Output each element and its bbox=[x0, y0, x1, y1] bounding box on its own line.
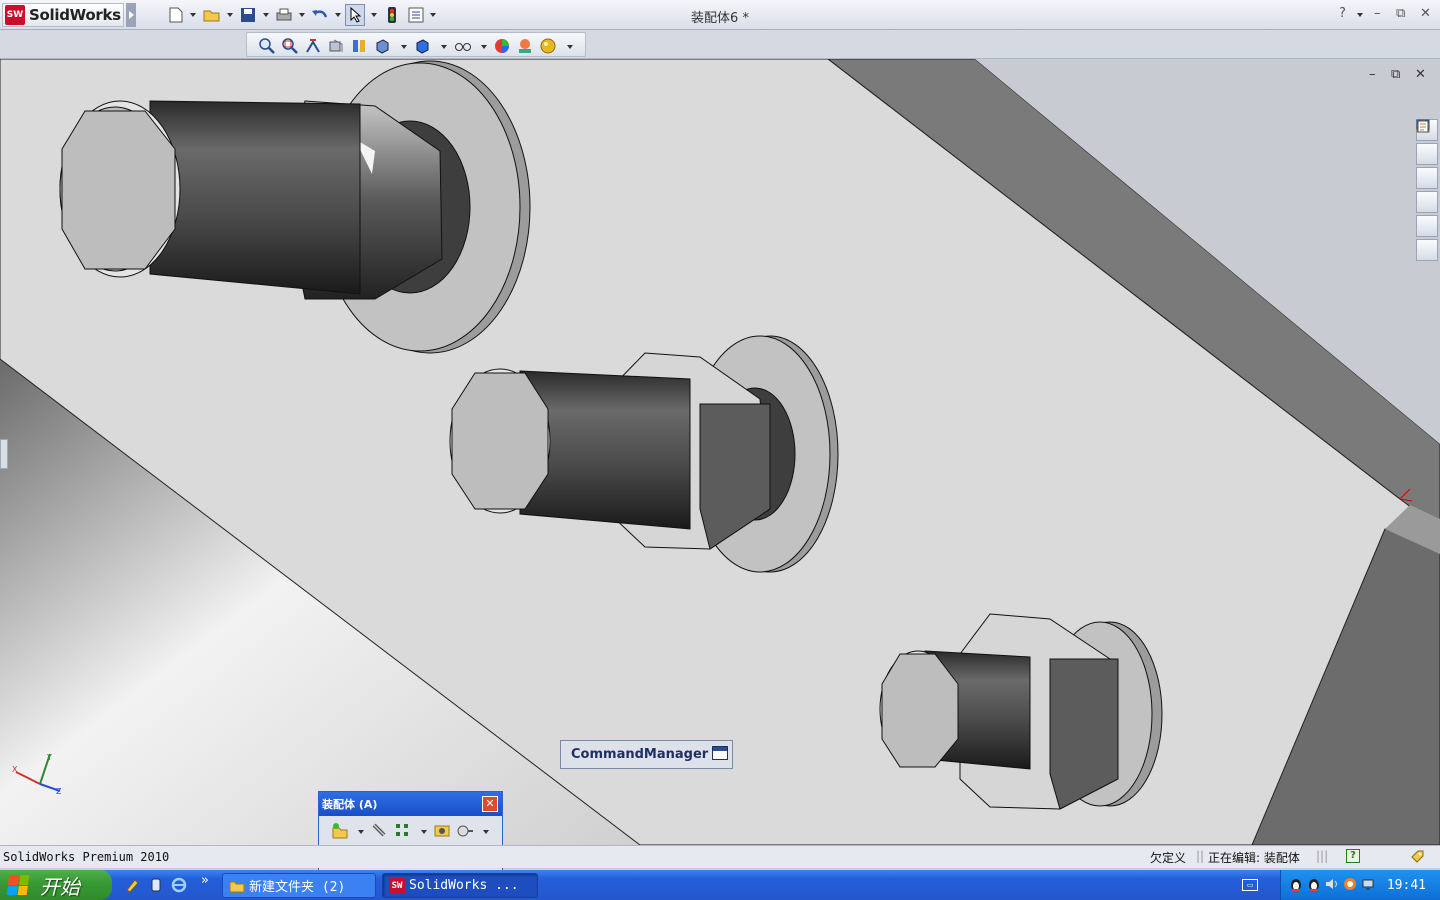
tag-icon[interactable] bbox=[1410, 849, 1424, 866]
definition-state-label: 欠定义 bbox=[1150, 851, 1187, 865]
feature-manager-expand-handle[interactable] bbox=[0, 439, 8, 469]
security-shield-icon[interactable] bbox=[1343, 877, 1357, 891]
svg-text:Y: Y bbox=[46, 753, 52, 762]
apply-scene-icon[interactable] bbox=[517, 38, 533, 54]
svg-text:Z: Z bbox=[56, 787, 62, 796]
system-clock: 19:41 bbox=[1386, 878, 1426, 893]
pattern-dropdown-icon[interactable] bbox=[421, 830, 427, 834]
taskbar-item-folder[interactable]: 新建文件夹 (2) bbox=[222, 873, 376, 898]
viewport-restore-button[interactable]: ⧉ bbox=[1391, 67, 1400, 82]
viewport-minimize-button[interactable]: – bbox=[1369, 67, 1376, 82]
status-bar: SolidWorks Premium 2010 欠定义 || 正在编辑: 装配体… bbox=[0, 845, 1440, 868]
display-style-dropdown-icon[interactable] bbox=[441, 45, 447, 49]
view-palette-icon[interactable] bbox=[1416, 119, 1438, 213]
windows-taskbar: 开始 » 新建文件夹 (2) SW SolidWorks ... ▭ 19:41 bbox=[0, 870, 1440, 900]
document-title: 装配体6 * bbox=[691, 11, 749, 26]
view-settings-dropdown-icon[interactable] bbox=[567, 45, 573, 49]
zoom-to-fit-icon[interactable] bbox=[259, 38, 275, 54]
quick-tips-icon[interactable]: ? bbox=[1346, 849, 1360, 863]
command-manager-button[interactable]: CommandManager bbox=[560, 740, 733, 769]
quick-launch-tool-icon[interactable] bbox=[124, 877, 140, 893]
custom-properties-icon[interactable] bbox=[1416, 120, 1438, 261]
network-icon[interactable] bbox=[1361, 877, 1375, 891]
taskbar-item-label: 新建文件夹 (2) bbox=[249, 880, 346, 895]
system-tray: 19:41 bbox=[1280, 870, 1440, 900]
insert-component-dropdown-icon[interactable] bbox=[358, 830, 364, 834]
assembly-3d-model[interactable]: Y X Z bbox=[0, 59, 1440, 845]
floating-toolbar-close-button[interactable]: ✕ bbox=[482, 796, 498, 812]
file-explorer-icon[interactable] bbox=[1416, 121, 1438, 189]
quick-launch-more-icon[interactable]: » bbox=[197, 873, 213, 889]
move-component-icon[interactable] bbox=[456, 822, 474, 840]
view-toolbar-strip bbox=[0, 30, 1440, 59]
restore-button[interactable]: ⧉ bbox=[1396, 6, 1405, 21]
volume-icon[interactable] bbox=[1325, 877, 1339, 891]
viewport-close-button[interactable]: ✕ bbox=[1415, 67, 1426, 82]
editing-context-label: 正在编辑: 装配体 bbox=[1208, 851, 1300, 865]
svg-text:X: X bbox=[12, 765, 18, 774]
insert-component-icon[interactable] bbox=[331, 822, 349, 840]
view-orientation-icon[interactable] bbox=[351, 38, 367, 54]
hide-show-icon[interactable] bbox=[454, 38, 471, 54]
edit-appearance-icon[interactable] bbox=[494, 38, 510, 54]
section-view-icon[interactable] bbox=[328, 38, 344, 54]
mate-icon[interactable] bbox=[370, 822, 388, 840]
windows-flag-icon bbox=[6, 875, 30, 895]
status-divider: || bbox=[1196, 849, 1205, 863]
design-library-icon[interactable] bbox=[1416, 120, 1438, 165]
hide-show-dropdown-icon[interactable] bbox=[481, 45, 487, 49]
move-component-dropdown-icon[interactable] bbox=[483, 830, 489, 834]
graphics-area[interactable]: Y X Z – ⧉ ✕ CommandManager bbox=[0, 59, 1440, 845]
status-divider-2: ||| bbox=[1316, 849, 1329, 863]
linear-component-pattern-icon[interactable] bbox=[394, 822, 412, 840]
view-settings-icon[interactable] bbox=[540, 38, 556, 54]
minimize-button[interactable]: – bbox=[1374, 6, 1381, 21]
product-version-label: SolidWorks Premium 2010 bbox=[3, 850, 170, 864]
previous-view-icon[interactable] bbox=[305, 38, 321, 54]
view-orientation-dropdown-icon[interactable] bbox=[401, 45, 407, 49]
help-icon[interactable]: ? bbox=[1339, 6, 1346, 21]
taskbar-item-solidworks[interactable]: SW SolidWorks ... bbox=[382, 873, 538, 898]
display-style-icon[interactable] bbox=[414, 38, 430, 54]
taskbar-item-label: SolidWorks ... bbox=[409, 878, 519, 893]
start-label: 开始 bbox=[40, 874, 80, 899]
help-dropdown-icon[interactable] bbox=[1357, 13, 1363, 17]
solidworks-icon: SW bbox=[389, 877, 405, 894]
appearances-icon[interactable] bbox=[1416, 120, 1438, 237]
dock-window-icon[interactable] bbox=[712, 746, 728, 760]
floating-toolbar-title[interactable]: 装配体 (A) bbox=[319, 792, 502, 816]
start-button[interactable]: 开始 bbox=[0, 870, 112, 900]
task-pane-tabs bbox=[1416, 119, 1440, 263]
qq-penguin-icon[interactable] bbox=[1289, 877, 1303, 891]
smart-fasteners-icon[interactable] bbox=[433, 822, 451, 840]
quick-launch-media-icon[interactable] bbox=[148, 877, 164, 893]
close-button[interactable]: ✕ bbox=[1420, 6, 1431, 21]
language-bar-keyboard-icon[interactable]: ▭ bbox=[1242, 879, 1258, 891]
heads-up-view-toolbar bbox=[246, 32, 586, 57]
zoom-to-area-icon[interactable] bbox=[282, 38, 298, 54]
command-manager-label: CommandManager bbox=[571, 747, 709, 762]
title-bar: SW SolidWorks 装配体6 * ? – ⧉ ✕ bbox=[0, 0, 1440, 30]
view-orientation-cube-icon[interactable] bbox=[374, 38, 390, 54]
folder-icon bbox=[229, 878, 245, 894]
internet-explorer-icon[interactable] bbox=[171, 877, 187, 893]
qq-penguin-icon-2[interactable] bbox=[1307, 877, 1321, 891]
